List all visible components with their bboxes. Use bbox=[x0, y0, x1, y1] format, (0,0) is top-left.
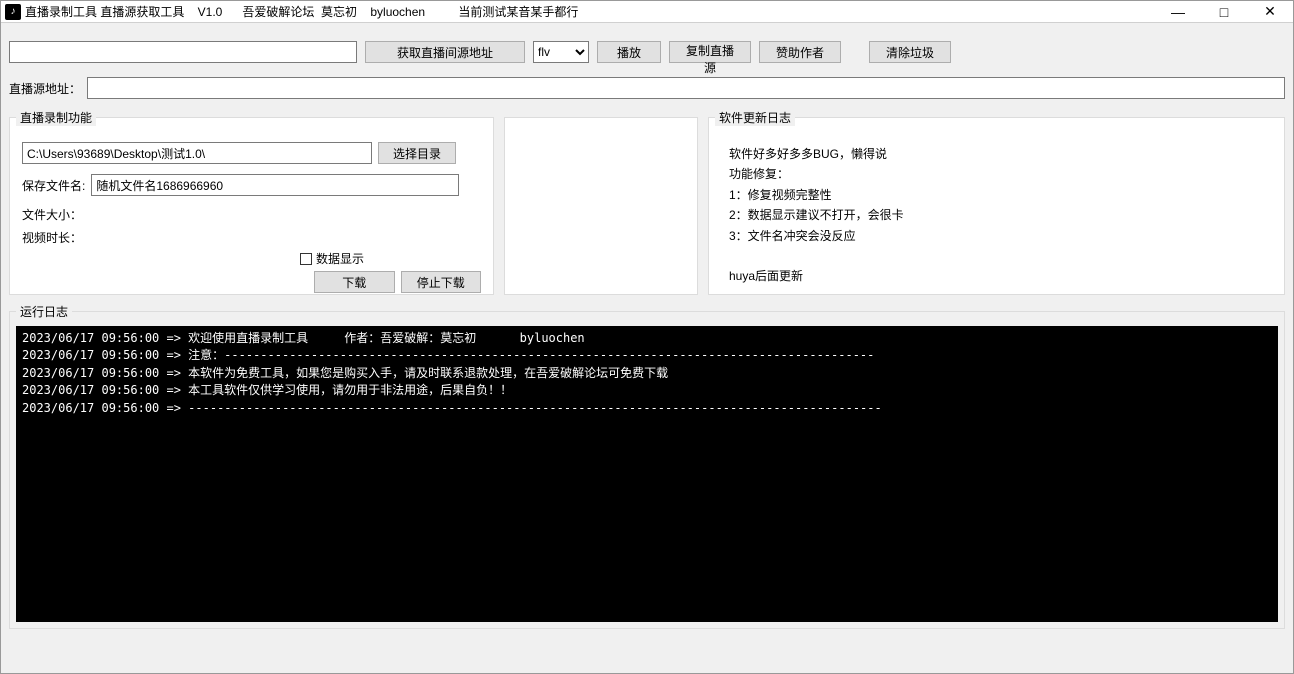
runlog-legend: 运行日志 bbox=[16, 303, 72, 320]
window-controls: — □ ✕ bbox=[1155, 1, 1293, 22]
panel-row: 直播录制功能 选择目录 保存文件名: 文件大小： 视频时长： 数据显示 下载 bbox=[9, 117, 1285, 295]
toolbar: 获取直播间源地址 flv 播放 复制直播源 赞助作者 清除垃圾 bbox=[9, 41, 1285, 63]
show-data-checkbox[interactable]: 数据显示 bbox=[300, 250, 481, 267]
stream-url-input[interactable] bbox=[9, 41, 357, 63]
download-button[interactable]: 下载 bbox=[314, 271, 395, 293]
clear-trash-button[interactable]: 清除垃圾 bbox=[869, 41, 951, 63]
filename-input[interactable] bbox=[91, 174, 459, 196]
choose-dir-button[interactable]: 选择目录 bbox=[378, 142, 456, 164]
record-legend: 直播录制功能 bbox=[16, 109, 96, 126]
filename-label: 保存文件名: bbox=[22, 177, 85, 194]
format-select[interactable]: flv bbox=[533, 41, 589, 63]
app-icon: ♪ bbox=[5, 4, 21, 20]
update-body: 软件好多好多多BUG，懒得说功能修复：1：修复视频完整性2：数据显示建议不打开，… bbox=[721, 142, 1272, 284]
update-log-panel: 软件更新日志 软件好多好多多BUG，懒得说功能修复：1：修复视频完整性2：数据显… bbox=[708, 117, 1285, 295]
stop-download-button[interactable]: 停止下载 bbox=[401, 271, 482, 293]
sponsor-button[interactable]: 赞助作者 bbox=[759, 41, 841, 63]
play-button[interactable]: 播放 bbox=[597, 41, 661, 63]
copy-source-button[interactable]: 复制直播源 bbox=[669, 41, 751, 63]
close-button[interactable]: ✕ bbox=[1247, 1, 1293, 22]
get-source-url-button[interactable]: 获取直播间源地址 bbox=[365, 41, 525, 63]
show-data-label: 数据显示 bbox=[316, 250, 364, 267]
app-window: ♪ 直播录制工具 直播源获取工具 V1.0 吾爱破解论坛 莫忘初 byluoch… bbox=[0, 0, 1294, 674]
titlebar[interactable]: ♪ 直播录制工具 直播源获取工具 V1.0 吾爱破解论坛 莫忘初 byluoch… bbox=[1, 1, 1293, 23]
runlog-panel: 运行日志 2023/06/17 09:56:00 => 欢迎使用直播录制工具 作… bbox=[9, 311, 1285, 629]
record-panel: 直播录制功能 选择目录 保存文件名: 文件大小： 视频时长： 数据显示 下载 bbox=[9, 117, 494, 295]
source-address-row: 直播源地址： bbox=[9, 77, 1285, 99]
maximize-button[interactable]: □ bbox=[1201, 1, 1247, 22]
minimize-button[interactable]: — bbox=[1155, 1, 1201, 22]
window-title: 直播录制工具 直播源获取工具 V1.0 吾爱破解论坛 莫忘初 byluochen… bbox=[25, 3, 578, 20]
update-legend: 软件更新日志 bbox=[715, 109, 795, 126]
preview-panel bbox=[504, 117, 698, 295]
client-area: 获取直播间源地址 flv 播放 复制直播源 赞助作者 清除垃圾 直播源地址： 直… bbox=[1, 23, 1293, 633]
duration-label: 视频时长： bbox=[22, 229, 481, 246]
filesize-label: 文件大小： bbox=[22, 206, 481, 223]
path-row: 选择目录 bbox=[22, 142, 481, 164]
source-address-label: 直播源地址： bbox=[9, 80, 81, 97]
source-address-input[interactable] bbox=[87, 77, 1285, 99]
download-buttons: 下载 停止下载 bbox=[314, 271, 481, 293]
save-path-input[interactable] bbox=[22, 142, 372, 164]
filename-row: 保存文件名: bbox=[22, 174, 481, 196]
checkbox-box-icon bbox=[300, 253, 312, 265]
runlog-console[interactable]: 2023/06/17 09:56:00 => 欢迎使用直播录制工具 作者：吾爱破… bbox=[16, 326, 1278, 622]
